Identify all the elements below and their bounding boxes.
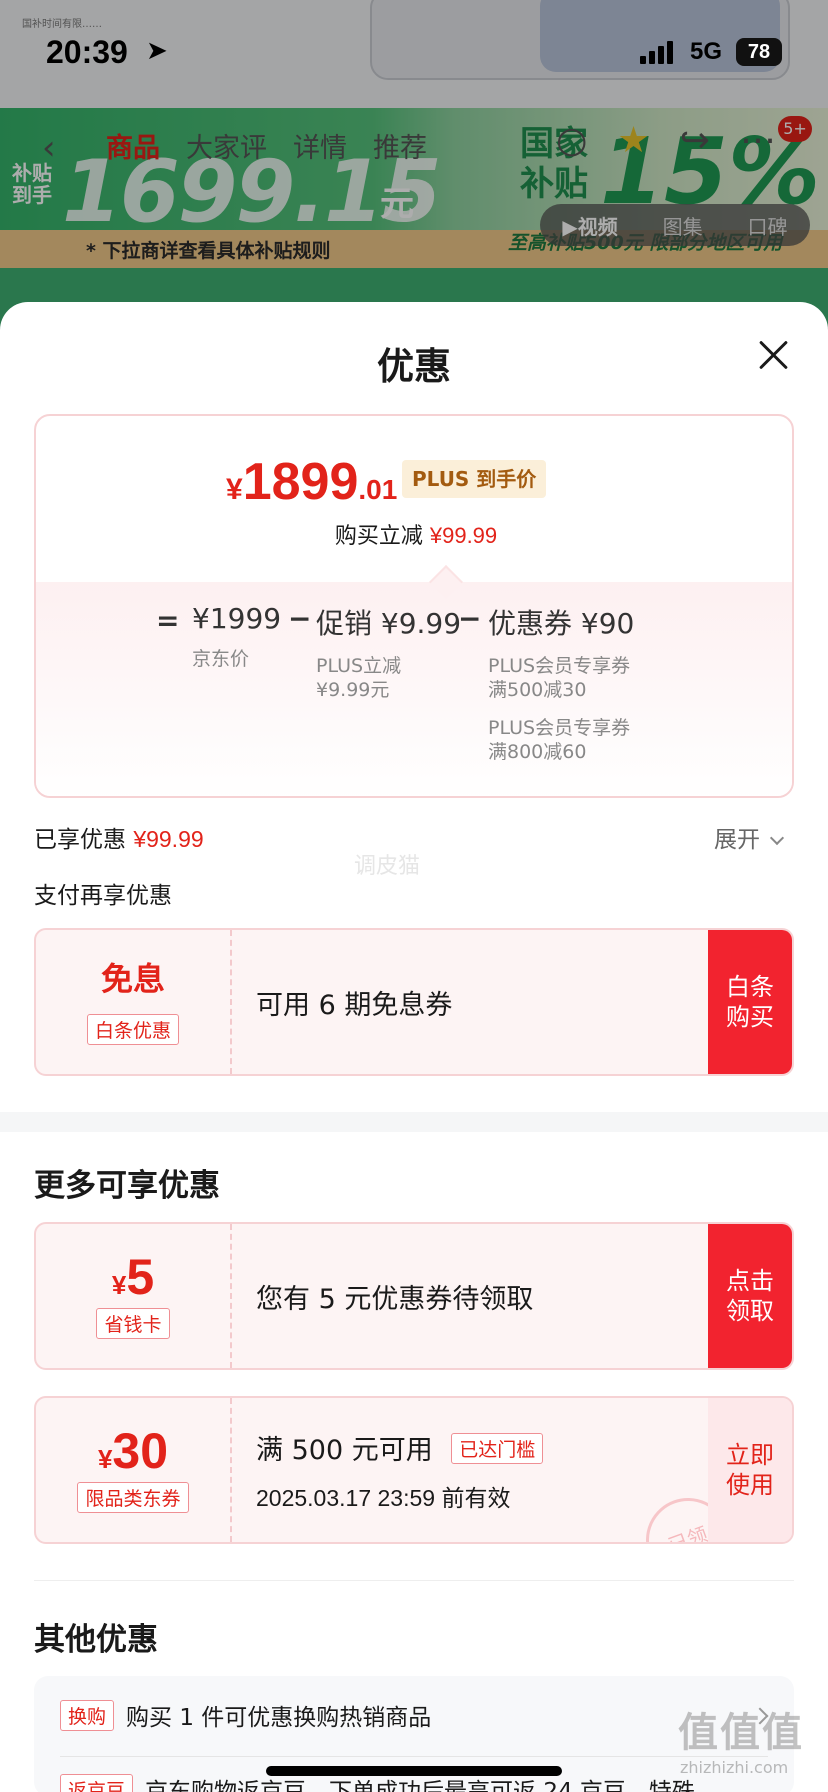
claim-button[interactable]: 点击 领取 [708,1224,792,1368]
close-icon[interactable] [756,338,790,372]
formula-minus-1: − [288,602,312,635]
battery-icon: 78 [736,38,782,66]
formula-coupon: 优惠券 ¥90 PLUS会员专享券 满500减30 PLUS会员专享券 满800… [488,602,634,764]
enjoyed-discount: 已享优惠 ¥99.99 [34,820,204,854]
formula-promo: 促销 ¥9.99 PLUS立减 ¥9.99元 [316,602,461,702]
saving-card-amount: ¥5 [36,1248,230,1306]
category-coupon-text: 满 500 元可用 [256,1434,433,1466]
coupon-2-line1: PLUS会员专享券 [488,717,631,739]
category-coupon-currency: ¥ [97,1444,113,1474]
status-time: 20:39 [46,34,128,70]
discount-sheet: 优惠 ¥1899.01 PLUS 到手价 购买立减 ¥99.99 = ¥1999… [0,302,828,1792]
home-indicator[interactable] [266,1766,562,1776]
saving-card-body: 您有 5 元优惠券待领取 [256,1224,533,1368]
final-price-decimal: .01 [358,474,398,505]
base-price: ¥1999 [192,602,282,635]
chevron-down-icon [769,830,785,846]
saving-card-tag: 省钱卡 [96,1308,170,1339]
enjoyed-amount: ¥99.99 [133,826,204,852]
status-bar: 20:39 ➤ 5G 78 [0,0,828,104]
saving-card-coupon: ¥5 省钱卡 您有 5 元优惠券待领取 点击 领取 [34,1222,794,1370]
user-watermark: 调皮猫 [354,854,421,879]
saving-card-value: 5 [126,1249,155,1305]
category-coupon-amount: ¥30 [36,1422,230,1480]
baitiao-title: 免息 [100,961,165,997]
site-watermark-logo: 值值值 [678,1710,804,1756]
coupon-2-line2: 满800减60 [488,741,587,763]
sheet-title: 优惠 [377,345,451,388]
divider [34,1580,794,1581]
list-item-text: 购买 1 件可优惠换购热销商品 [126,1705,432,1731]
save-label: 购买立减 [334,524,423,549]
list-divider [60,1756,768,1757]
promo-label: PLUS立减 [316,655,402,677]
final-price-integer: 1899 [242,453,359,511]
promo-value: 促销 ¥9.99 [316,607,462,640]
final-price-currency: ¥ [226,473,243,506]
section-divider [0,1112,828,1132]
category-coupon-body: 满 500 元可用 已达门槛 2025.03.17 23:59 前有效 [256,1398,544,1542]
baitiao-tag: 白条优惠 [86,1014,179,1045]
formula-base: ¥1999 京东价 [192,602,281,671]
site-watermark-url: zhizhizhi.com [680,1758,789,1777]
plus-price-tag: PLUS 到手价 [402,460,547,498]
category-coupon: ¥30 限品类东券 满 500 元可用 已达门槛 2025.03.17 23:5… [34,1396,794,1544]
baitiao-coupon: 免息 白条优惠 可用 6 期免息券 白条 购买 [34,928,794,1076]
saving-card-left: ¥5 省钱卡 [36,1224,232,1368]
formula-minus-2: − [458,602,482,635]
list-item-tag: 换购 [60,1699,115,1731]
category-coupon-row: 满 500 元可用 已达门槛 [256,1428,544,1467]
list-item[interactable]: 换购 购买 1 件可优惠换购热销商品 [60,1698,431,1732]
other-discounts-title: 其他优惠 [34,1622,158,1658]
location-arrow-icon: ➤ [146,36,168,66]
saving-card-currency: ¥ [111,1270,127,1300]
coupon-1-line2: 满500减30 [488,679,587,701]
pay-more-title: 支付再享优惠 [34,883,172,909]
coupon-1-line1: PLUS会员专享券 [488,655,631,677]
expand-label: 展开 [714,827,760,853]
price-breakdown-card: ¥1899.01 PLUS 到手价 购买立减 ¥99.99 = ¥1999 京东… [34,414,794,798]
coupon-value: 优惠券 ¥90 [488,607,635,640]
signal-icon [640,40,673,64]
promo-detail: ¥9.99元 [316,679,390,701]
baitiao-body: 可用 6 期免息券 [256,930,452,1074]
baitiao-buy-button[interactable]: 白条 购买 [708,930,792,1074]
category-coupon-tag: 限品类东券 [77,1482,189,1513]
enjoyed-label: 已享优惠 [34,827,126,853]
category-coupon-left: ¥30 限品类东券 [36,1398,232,1542]
saving-card-text: 您有 5 元优惠券待领取 [256,1283,534,1315]
list-item-tag: 返京豆 [60,1773,134,1792]
category-coupon-expiry: 2025.03.17 23:59 前有效 [256,1484,511,1511]
expand-button[interactable]: 展开 [714,820,785,854]
category-coupon-value: 30 [112,1423,169,1479]
save-amount: ¥99.99 [429,523,498,548]
baitiao-text: 可用 6 期免息券 [256,989,453,1021]
more-discounts-title: 更多可享优惠 [34,1168,220,1204]
use-now-button[interactable]: 立即 使用 [708,1398,792,1542]
base-price-label: 京东价 [192,648,250,670]
baitiao-left: 免息 白条优惠 [36,930,232,1074]
save-line: 购买立减 ¥99.99 [36,518,792,550]
formula-equals: = [156,604,180,637]
threshold-reached-badge: 已达门槛 [451,1432,544,1464]
final-price: ¥1899.01 [226,452,397,512]
network-type: 5G [690,38,723,65]
